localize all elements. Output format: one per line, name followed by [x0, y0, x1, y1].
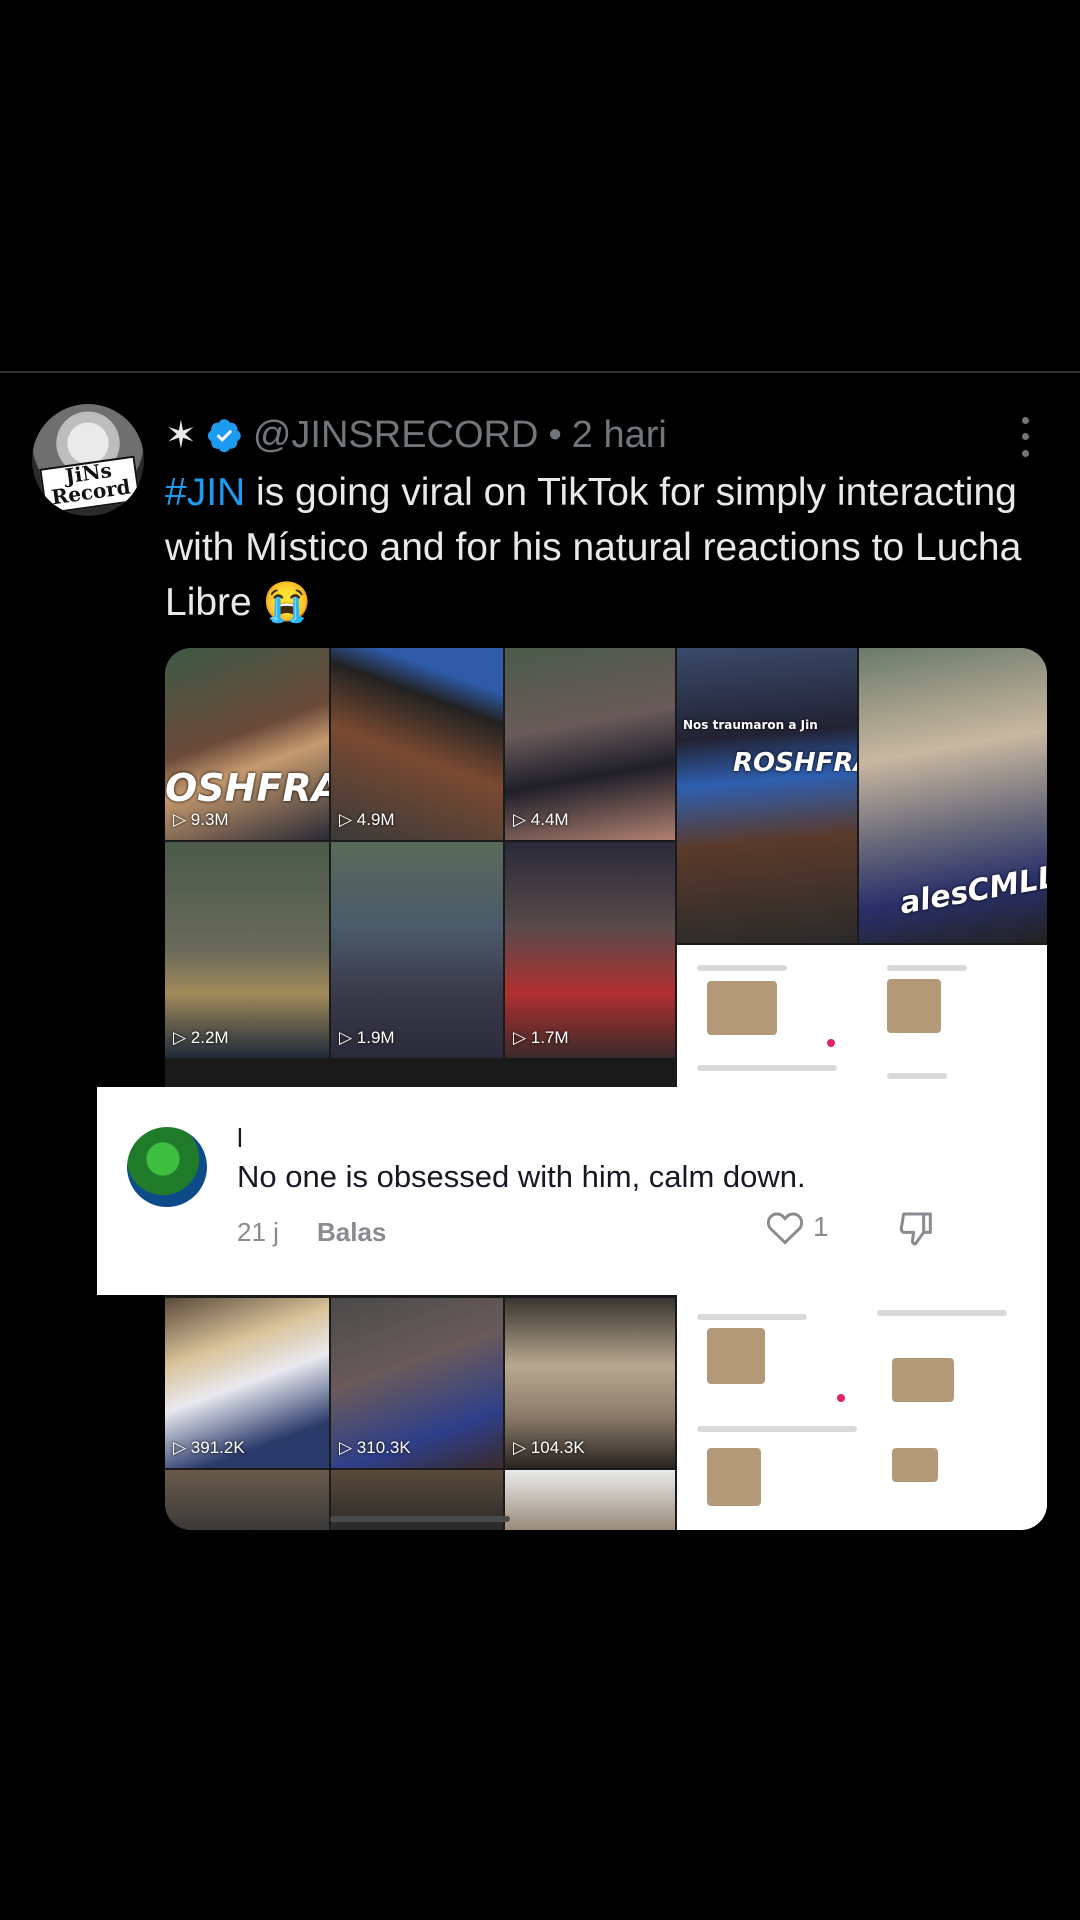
video-thumbnail[interactable]: ▷ 2.2M — [165, 842, 329, 1058]
view-count: ▷ 1.7M — [513, 1028, 569, 1047]
video-thumbnail[interactable]: ▷ 4.9M — [331, 648, 503, 840]
like-count: 1 — [813, 1211, 829, 1242]
comment-card[interactable]: l No one is obsessed with him, calm down… — [97, 1087, 1047, 1295]
comment-age: 21 j — [237, 1217, 279, 1247]
video-caption: Nos traumaron a Jin — [683, 718, 818, 732]
meta-separator: • — [548, 413, 562, 456]
tweet-time[interactable]: 2 hari — [572, 414, 667, 457]
video-thumbnail[interactable]: ▷ 391.2K — [165, 1298, 329, 1468]
video-thumbnail[interactable]: alesCMLL — [859, 648, 1047, 943]
view-count: ▷ 104.3K — [513, 1438, 585, 1457]
video-thumbnail[interactable]: ▷ 1.9M — [331, 842, 503, 1058]
comment-screenshot[interactable] — [677, 1298, 1047, 1530]
tweet-body: is going viral on TikTok for simply inte… — [165, 471, 1022, 624]
view-count: ▷ 391.2K — [173, 1438, 245, 1457]
view-count: ▷ 4.4M — [513, 810, 569, 829]
video-thumbnail[interactable]: OSHFRAN ▷ 9.3M — [165, 648, 329, 840]
dislike-icon[interactable] — [897, 1209, 937, 1249]
commenter-avatar[interactable] — [127, 1127, 207, 1207]
display-name-star[interactable]: ✶ — [165, 413, 197, 458]
video-thumbnail[interactable]: ▷ 310.3K — [331, 1298, 503, 1468]
video-thumbnail[interactable] — [165, 1470, 329, 1530]
video-thumbnail[interactable]: ▷ 4.4M — [505, 648, 675, 840]
comment-text: No one is obsessed with him, calm down. — [237, 1159, 806, 1194]
top-divider — [0, 371, 1080, 373]
video-thumbnail[interactable]: Nos traumaron a Jin ROSHFRAN — [677, 648, 857, 943]
like-button[interactable]: 1 — [765, 1209, 829, 1245]
banner-text: ROSHFRAN — [733, 748, 857, 778]
author-avatar[interactable]: JiNs Record — [32, 404, 144, 516]
more-options-icon[interactable] — [1010, 412, 1040, 462]
reply-button[interactable]: Balas — [317, 1217, 386, 1248]
view-count: ▷ 4.9M — [339, 810, 395, 829]
tweet-text: #JIN is going viral on TikTok for simply… — [165, 465, 1025, 630]
heart-icon — [766, 1212, 804, 1245]
author-handle[interactable]: @JINSRECORD — [253, 414, 539, 457]
view-count: ▷ 2.2M — [173, 1028, 229, 1047]
tweet-header: ✶ @JINSRECORD • 2 hari — [165, 410, 667, 460]
hashtag-link[interactable]: #JIN — [165, 471, 245, 514]
media-scroll-indicator — [330, 1516, 510, 1522]
view-count: ▷ 310.3K — [339, 1438, 411, 1457]
video-thumbnail[interactable]: ▷ 1.7M — [505, 842, 675, 1058]
view-count: ▷ 9.3M — [173, 810, 229, 829]
avatar-logo: JiNs Record — [39, 455, 141, 515]
video-thumbnail[interactable] — [505, 1470, 675, 1530]
view-count: ▷ 1.9M — [339, 1028, 395, 1047]
verified-badge-icon — [207, 419, 241, 453]
banner-text: alesCMLL — [897, 859, 1047, 922]
video-thumbnail[interactable]: ▷ 104.3K — [505, 1298, 675, 1468]
commenter-name[interactable]: l — [237, 1123, 243, 1154]
banner-text: OSHFRAN — [165, 766, 329, 810]
